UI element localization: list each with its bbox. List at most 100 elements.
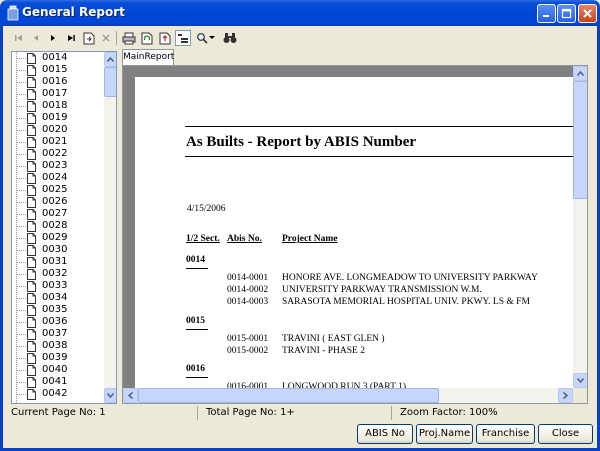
goto-page-button[interactable]	[81, 30, 97, 46]
title-rule-bottom	[185, 156, 580, 157]
tree-item[interactable]: 0029	[12, 232, 105, 244]
viewer-horizontal-scrollbar[interactable]	[123, 388, 573, 403]
tree-item[interactable]: 0026	[12, 196, 105, 208]
project-name: SARASOTA MEMORIAL HOSPITAL UNIV. PKWY. L…	[282, 297, 530, 307]
group-tree[interactable]: 0014 0015 0016 0017 0018 0019 0020 0021 0022 0023…	[11, 51, 117, 404]
tab-main-report[interactable]: MainReport	[122, 49, 174, 65]
tree-item[interactable]: 0030	[12, 244, 105, 256]
abis-number: 0014-0003	[227, 297, 269, 307]
tree-item[interactable]: 0020	[12, 124, 105, 136]
print-button[interactable]	[121, 30, 137, 46]
refresh-icon	[141, 32, 152, 44]
tree-item[interactable]: 0041	[12, 376, 105, 388]
document-icon	[27, 257, 36, 268]
close-icon	[583, 9, 592, 18]
minimize-button[interactable]	[537, 4, 556, 23]
tree-item[interactable]: 0039	[12, 352, 105, 364]
previous-page-button[interactable]	[28, 30, 44, 46]
tree-scroll-down-button[interactable]	[104, 388, 116, 403]
tree-item-label: 0016	[42, 76, 68, 87]
tree-item[interactable]: 0034	[12, 292, 105, 304]
goto-page-icon	[83, 32, 95, 44]
tree-item[interactable]: 0027	[12, 208, 105, 220]
tree-item-label: 0033	[42, 280, 68, 291]
export-button[interactable]	[157, 30, 173, 46]
tree-vertical-scrollbar[interactable]	[104, 52, 116, 403]
viewer-scroll-down-button[interactable]	[573, 373, 587, 388]
proj-name-button[interactable]: Proj.Name	[416, 424, 473, 444]
tree-item[interactable]: 0023	[12, 160, 105, 172]
document-icon	[27, 305, 36, 316]
refresh-button[interactable]	[139, 30, 155, 46]
viewer-hscroll-thumb[interactable]	[138, 388, 439, 403]
document-icon	[27, 377, 36, 388]
abis-number: 0014-0002	[227, 285, 269, 295]
abis-no-button[interactable]: ABIS No	[357, 424, 413, 444]
next-page-button[interactable]	[45, 30, 61, 46]
viewer-scroll-up-button[interactable]	[573, 66, 587, 81]
document-icon	[27, 221, 36, 232]
document-icon	[27, 389, 36, 400]
tree-item[interactable]: 0017	[12, 88, 105, 100]
group-header: 0016	[186, 364, 205, 374]
viewer-scroll-left-button[interactable]	[123, 388, 138, 403]
tree-item[interactable]: 0021	[12, 136, 105, 148]
franchise-button[interactable]: Franchise	[476, 424, 535, 444]
tree-item-label: 0032	[42, 268, 68, 279]
document-icon	[27, 209, 36, 220]
current-page-status: Current Page No: 1	[3, 406, 198, 420]
close-button[interactable]: Close	[538, 424, 593, 444]
document-icon	[27, 197, 36, 208]
chevron-left-icon	[128, 392, 133, 399]
tree-item[interactable]: 0015	[12, 64, 105, 76]
zoom-status: Zoom Factor: 100%	[400, 407, 498, 418]
title-bar[interactable]: General Report	[0, 0, 600, 26]
tree-scroll-thumb[interactable]	[104, 67, 116, 97]
search-binoculars-icon	[223, 33, 237, 43]
tree-item[interactable]: 0024	[12, 172, 105, 184]
abis-number: 0015-0002	[227, 346, 269, 356]
tree-branch-line	[16, 334, 26, 335]
group-header: 0015	[186, 316, 205, 326]
tree-item[interactable]: 0035	[12, 304, 105, 316]
viewer-scroll-thumb[interactable]	[573, 81, 587, 199]
maximize-icon	[561, 8, 572, 19]
tree-item[interactable]: 0036	[12, 316, 105, 328]
document-icon	[27, 137, 36, 148]
tree-branch-line	[16, 286, 26, 287]
tree-item[interactable]: 0014	[12, 52, 105, 64]
last-page-button[interactable]	[63, 30, 79, 46]
search-button[interactable]	[222, 30, 238, 46]
zoom-dropdown-button[interactable]	[207, 30, 216, 46]
group-tree-list: 0014 0015 0016 0017 0018 0019 0020 0021 0022 0023…	[12, 52, 105, 400]
tree-item[interactable]: 0018	[12, 100, 105, 112]
close-window-button[interactable]	[578, 4, 597, 23]
document-icon	[27, 245, 36, 256]
report-toolbar	[3, 26, 597, 50]
tree-item[interactable]: 0031	[12, 256, 105, 268]
document-icon	[27, 329, 36, 340]
report-viewer[interactable]: As Builts - Report by ABIS Number 4/15/2…	[122, 65, 588, 404]
tree-item[interactable]: 0016	[12, 76, 105, 88]
tree-scroll-up-button[interactable]	[104, 52, 116, 67]
document-icon	[27, 353, 36, 364]
tree-item-label: 0021	[42, 136, 68, 147]
tree-item[interactable]: 0028	[12, 220, 105, 232]
group-tree-toggle[interactable]	[175, 30, 191, 46]
stop-button[interactable]	[98, 30, 114, 46]
tree-item[interactable]: 0042	[12, 388, 105, 400]
tree-item[interactable]: 0040	[12, 364, 105, 376]
tree-item[interactable]: 0032	[12, 268, 105, 280]
tree-item[interactable]: 0033	[12, 280, 105, 292]
viewer-scroll-right-button[interactable]	[558, 388, 573, 403]
viewer-vertical-scrollbar[interactable]	[573, 66, 587, 388]
first-page-icon	[15, 35, 22, 41]
first-page-button[interactable]	[11, 30, 27, 46]
tree-item[interactable]: 0037	[12, 328, 105, 340]
tree-item[interactable]: 0019	[12, 112, 105, 124]
tree-item[interactable]: 0022	[12, 148, 105, 160]
maximize-button[interactable]	[557, 4, 576, 23]
tree-item[interactable]: 0038	[12, 340, 105, 352]
previous-page-icon	[34, 35, 38, 41]
tree-item[interactable]: 0025	[12, 184, 105, 196]
